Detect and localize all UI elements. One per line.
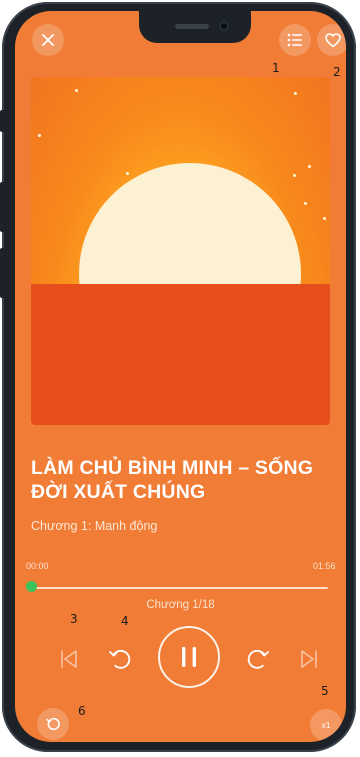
star (323, 217, 326, 220)
list-icon (287, 33, 302, 47)
skip-next-icon (301, 650, 317, 668)
close-icon (42, 34, 54, 46)
annotation-4: 4 (121, 614, 129, 628)
annotation-3: 3 (70, 612, 78, 626)
speaker (175, 24, 209, 29)
close-button[interactable] (32, 24, 64, 56)
annotation-6: 6 (78, 704, 86, 718)
book-title: LÀM CHỦ BÌNH MINH – SỐNG ĐỜI XUẤT CHÚNG (31, 456, 341, 504)
sea-graphic (31, 284, 330, 425)
annotation-1: 1 (272, 61, 280, 75)
chapter-count: Chương 1/18 (146, 599, 215, 611)
front-camera (219, 21, 229, 31)
play-pause-button[interactable] (158, 626, 220, 688)
star (126, 172, 129, 175)
previous-chapter-button[interactable] (56, 646, 82, 672)
annotation-5: 5 (321, 684, 329, 698)
star (38, 134, 41, 137)
notch (139, 11, 251, 43)
book-title-line-1: LÀM CHỦ BÌNH MINH – SỐNG (31, 457, 314, 479)
favorite-button[interactable] (317, 24, 346, 56)
skip-previous-icon (61, 650, 77, 668)
star (308, 165, 311, 168)
forward-button[interactable] (244, 645, 272, 673)
star (293, 174, 296, 177)
star (75, 89, 78, 92)
playlist-button[interactable] (279, 24, 311, 56)
silent-switch (0, 110, 6, 132)
speed-button[interactable]: x1 (310, 709, 342, 741)
pause-icon (182, 647, 196, 667)
rotate-right-icon (247, 649, 269, 669)
speed-label: x1 (321, 720, 331, 730)
next-chapter-button[interactable] (296, 646, 322, 672)
total-time: 01:56 (313, 561, 336, 571)
annotation-2: 2 (333, 65, 341, 79)
player-screen: 1 2 LÀM CHỦ BÌNH MINH – SỐNG ĐỜI XUẤT CH… (15, 11, 346, 742)
rotate-left-icon (109, 649, 131, 669)
star (294, 92, 297, 95)
progress-knob[interactable] (26, 581, 37, 592)
cover-art (31, 77, 330, 425)
current-time: 00:00 (26, 561, 49, 571)
progress-track[interactable] (32, 587, 328, 589)
heart-icon (325, 32, 341, 47)
book-title-line-2: ĐỜI XUẤT CHÚNG (31, 481, 206, 503)
timer-icon (46, 717, 60, 731)
volume-down-button (0, 248, 6, 298)
rewind-button[interactable] (106, 645, 134, 673)
timer-button[interactable] (37, 708, 69, 740)
star (304, 202, 307, 205)
chapter-title: Chương 1: Manh động (31, 519, 158, 533)
volume-up-button (0, 182, 6, 232)
